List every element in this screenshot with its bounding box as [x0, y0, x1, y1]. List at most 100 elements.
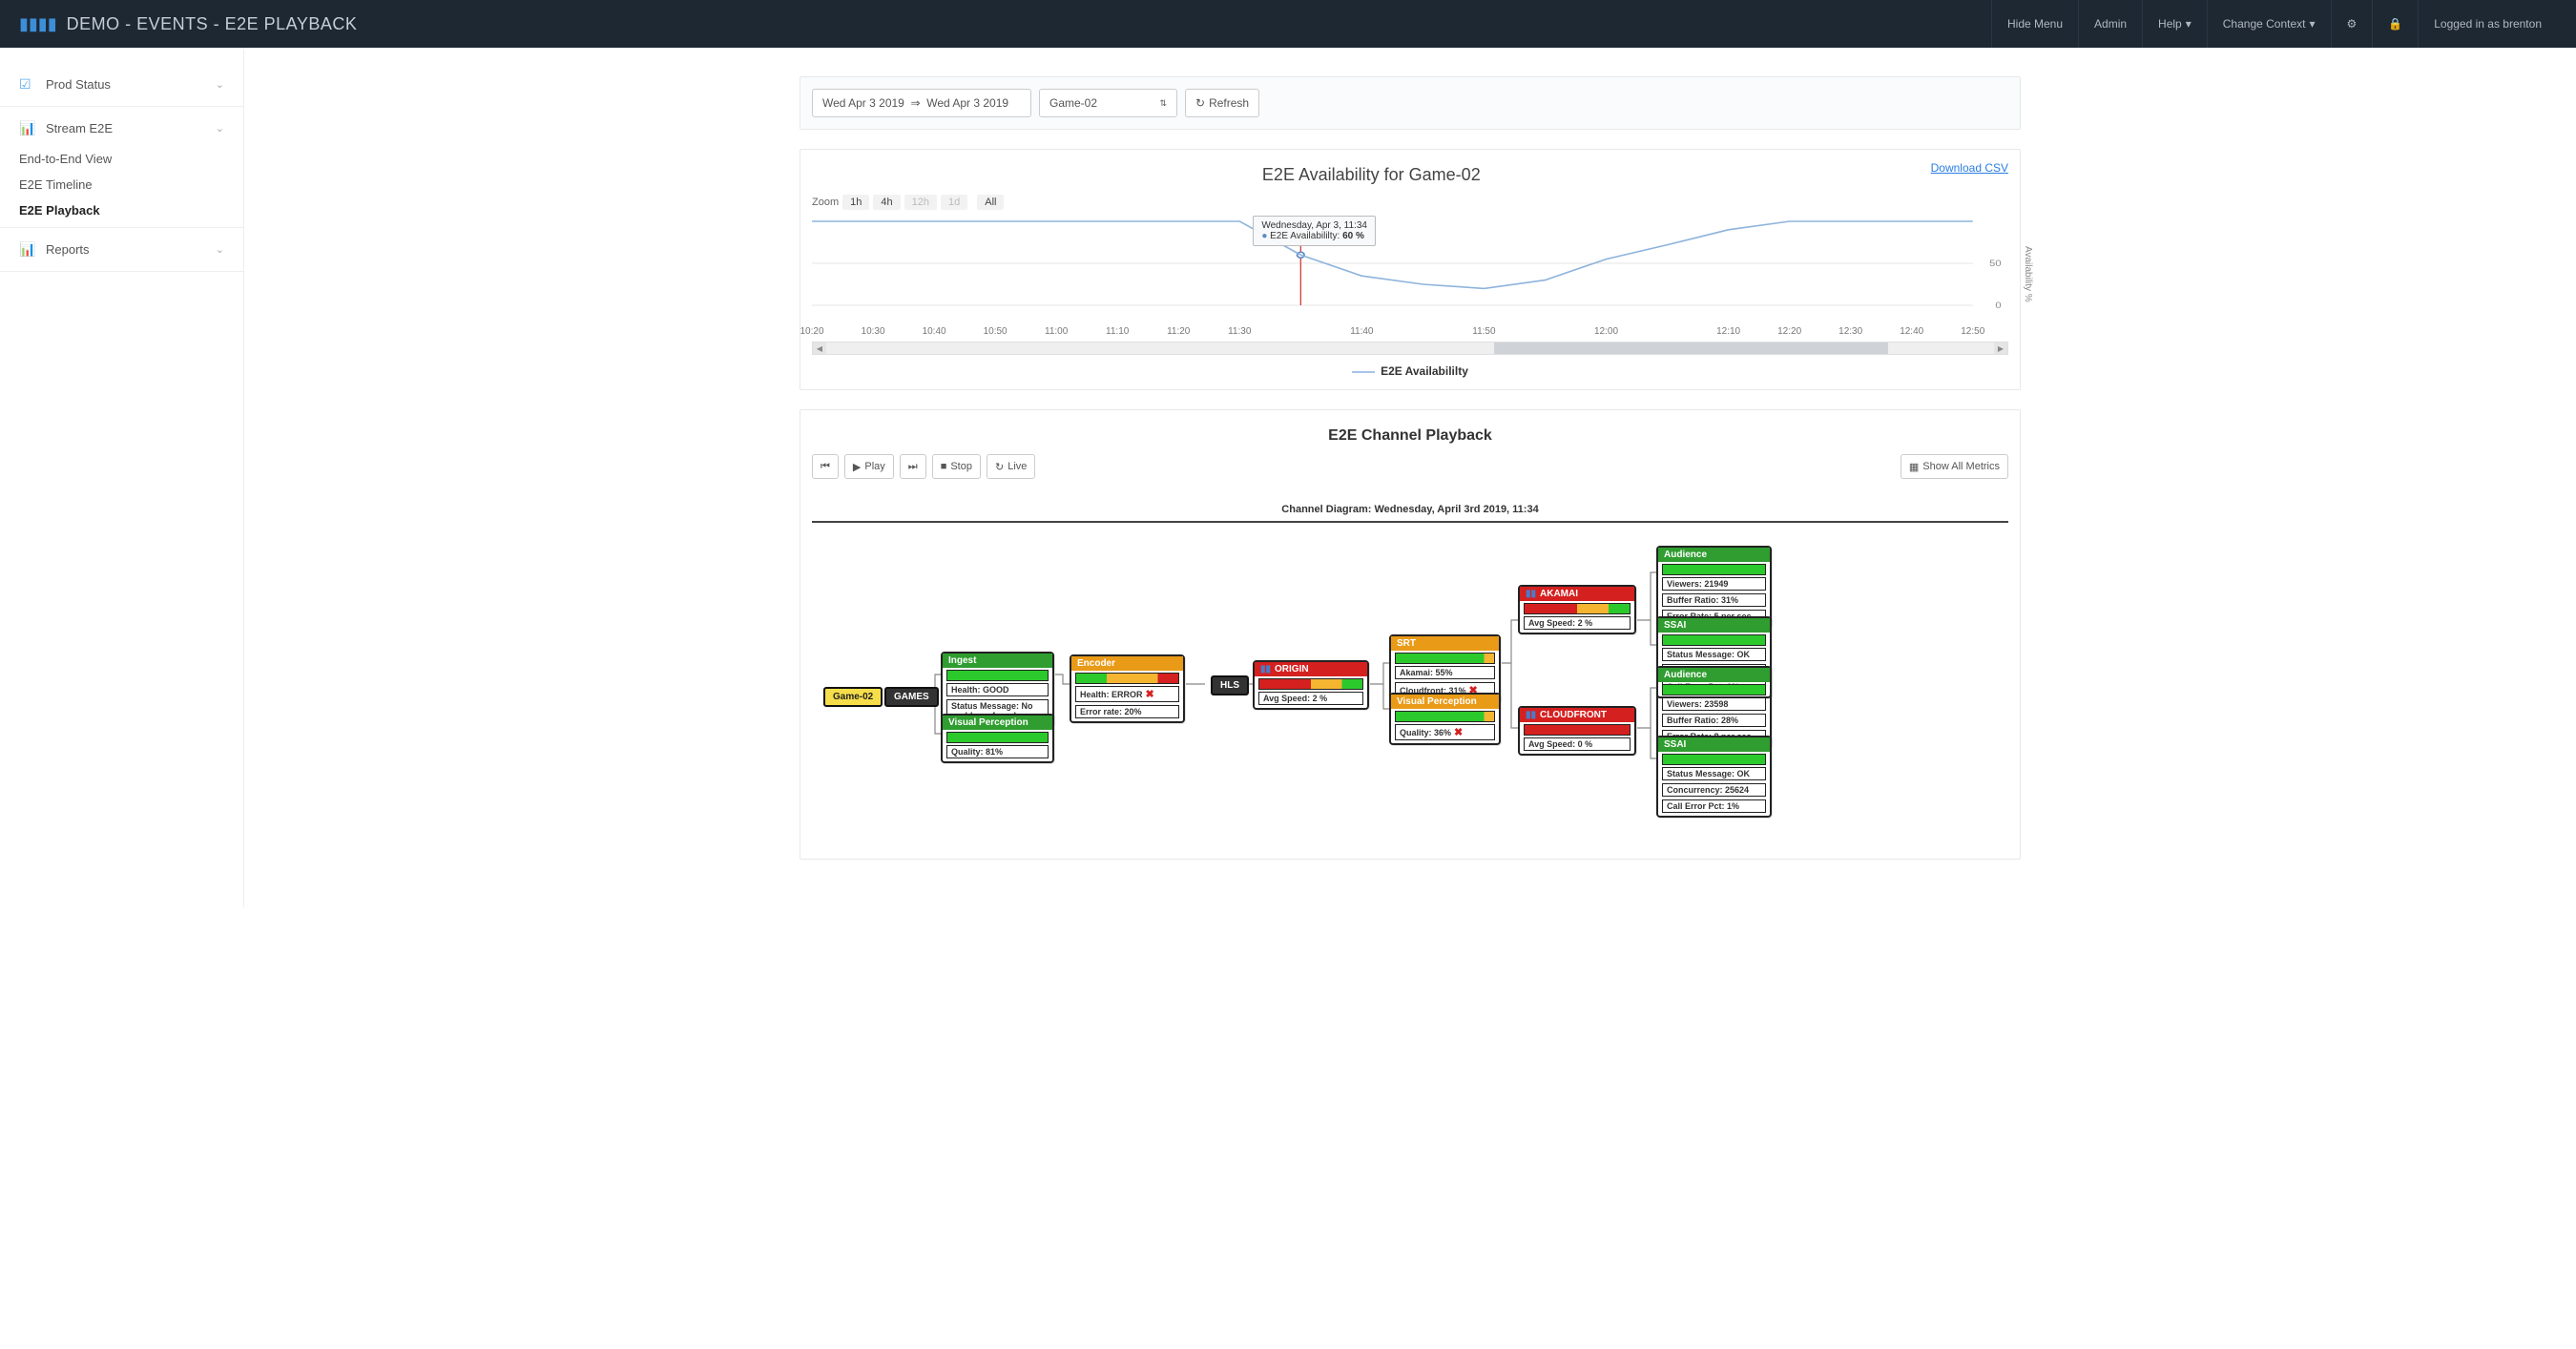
settings-button[interactable]: ⚙ — [2331, 0, 2373, 48]
zoom-12h-button[interactable]: 12h — [904, 195, 937, 210]
sidebar-end-to-end-view[interactable]: End-to-End View — [0, 146, 243, 172]
zoom-label: Zoom — [812, 197, 839, 208]
scroll-left-button[interactable]: ◀ — [813, 342, 826, 354]
x-tick: 12:40 — [1900, 326, 1923, 337]
sidebar: ☑Prod Status ⌄ 📊Stream E2E ⌄ End-to-End … — [0, 48, 244, 907]
stop-icon: ■ — [941, 461, 947, 472]
sidebar-prod-status[interactable]: ☑Prod Status ⌄ — [0, 67, 243, 102]
playback-title: E2E Channel Playback — [812, 427, 2008, 445]
ssai2-sm: Status Message: OK — [1662, 767, 1766, 780]
aud1-viewers: Viewers: 21949 — [1662, 577, 1766, 591]
x-tick: 12:20 — [1777, 326, 1801, 337]
admin-link[interactable]: Admin — [2078, 0, 2142, 48]
srt-akamai: Akamai: 55% — [1395, 666, 1495, 679]
node-ssai-2[interactable]: SSAI Status Message: OK Concurrency: 256… — [1656, 736, 1772, 818]
date-range-input[interactable]: Wed Apr 3 2019 ⇒ Wed Apr 3 2019 — [812, 89, 1031, 117]
chart-scrollbar[interactable]: ◀ ▶ — [812, 342, 2008, 355]
chevron-down-icon: ⌄ — [216, 78, 224, 91]
stop-button[interactable]: ■Stop — [932, 454, 981, 479]
chevron-down-icon: ⌄ — [216, 243, 224, 256]
aud2-br: Buffer Ratio: 28% — [1662, 714, 1766, 727]
chart-icon: 📊 — [19, 241, 34, 258]
akamai-avg: Avg Speed: 2 % — [1524, 616, 1631, 630]
svg-text:50: 50 — [1989, 259, 2002, 269]
main-content: Wed Apr 3 2019 ⇒ Wed Apr 3 2019 Game-02⇅… — [766, 48, 2054, 907]
zoom-1h-button[interactable]: 1h — [842, 195, 869, 210]
channel-diagram: Game-02 GAMES HLS Ingest Health: GOOD St… — [812, 542, 2008, 847]
x-tick: 11:50 — [1472, 326, 1495, 337]
vp2-quality: Quality: 36%✖ — [1395, 724, 1495, 740]
diagram-caption: Channel Diagram: Wednesday, April 3rd 20… — [812, 504, 2008, 515]
logged-in-label: Logged in as brenton — [2418, 0, 2557, 48]
sidebar-e2e-playback[interactable]: E2E Playback — [0, 197, 243, 223]
svg-text:0: 0 — [1995, 301, 2002, 311]
live-button[interactable]: ↻Live — [987, 454, 1035, 479]
chevron-down-icon: ⌄ — [216, 122, 224, 135]
scroll-right-button[interactable]: ▶ — [1994, 342, 2007, 354]
step-forward-icon: ⏭ — [908, 461, 918, 473]
availability-chart[interactable]: 050 Availability % Wednesday, Apr 3, 11:… — [812, 218, 2008, 322]
ingest-health: Health: GOOD — [946, 683, 1049, 696]
ssai1-sm: Status Message: OK — [1662, 648, 1766, 661]
origin-avg: Avg Speed: 2 % — [1258, 692, 1363, 705]
step-forward-button[interactable]: ⏭ — [900, 454, 926, 479]
refresh-button[interactable]: ↻Refresh — [1185, 89, 1259, 117]
x-tick: 12:10 — [1716, 326, 1740, 337]
node-hls[interactable]: HLS — [1211, 675, 1249, 695]
sidebar-e2e-timeline[interactable]: E2E Timeline — [0, 172, 243, 197]
sidebar-stream-e2e[interactable]: 📊Stream E2E ⌄ — [0, 111, 243, 146]
playback-panel: E2E Channel Playback ⏮ ▶Play ⏭ ■Stop ↻Li… — [800, 409, 2021, 860]
lock-icon: 🔒 — [2388, 17, 2402, 31]
zoom-1d-button[interactable]: 1d — [941, 195, 967, 210]
help-menu[interactable]: Help▾ — [2142, 0, 2207, 48]
brand-title: DEMO - EVENTS - E2E PLAYBACK — [67, 14, 358, 34]
caret-down-icon: ▾ — [2186, 17, 2192, 31]
gear-icon: ⚙ — [2347, 17, 2358, 31]
node-games-hub[interactable]: GAMES — [884, 687, 939, 707]
zoom-all-button[interactable]: All — [977, 195, 1004, 210]
bars-icon: ▮▮▮▮ — [19, 14, 57, 34]
x-tick: 10:20 — [800, 326, 823, 337]
vp1-quality: Quality: 81% — [946, 745, 1049, 758]
chart-legend: E2E Availabililty — [812, 364, 2008, 378]
grid-icon: ▦ — [1909, 461, 1919, 473]
encoder-health: Health: ERROR✖ — [1075, 686, 1179, 702]
node-visual-perception-2[interactable]: Visual Perception Quality: 36%✖ — [1389, 693, 1501, 745]
error-x-icon: ✖ — [1146, 688, 1154, 700]
node-visual-perception-1[interactable]: Visual Perception Quality: 81% — [941, 714, 1054, 763]
encoder-err: Error rate: 20% — [1075, 705, 1179, 718]
game-select[interactable]: Game-02⇅ — [1039, 89, 1177, 117]
play-icon: ▶ — [853, 461, 861, 473]
zoom-4h-button[interactable]: 4h — [873, 195, 900, 210]
refresh-icon: ↻ — [995, 461, 1004, 473]
node-origin[interactable]: ▮▮ORIGIN Avg Speed: 2 % — [1253, 660, 1369, 710]
step-back-button[interactable]: ⏮ — [812, 454, 839, 479]
chart-icon: ▮▮ — [1260, 664, 1271, 674]
cloudfront-avg: Avg Speed: 0 % — [1524, 737, 1631, 751]
download-csv-link[interactable]: Download CSV — [1931, 161, 2008, 175]
x-tick: 11:20 — [1167, 326, 1190, 337]
x-tick: 10:40 — [923, 326, 946, 337]
node-game[interactable]: Game-02 — [823, 687, 883, 707]
node-encoder[interactable]: Encoder Health: ERROR✖ Error rate: 20% — [1070, 654, 1185, 723]
scroll-thumb[interactable] — [1494, 342, 1888, 354]
show-all-metrics-button[interactable]: ▦Show All Metrics — [1901, 454, 2008, 479]
x-tick: 10:50 — [984, 326, 1008, 337]
play-button[interactable]: ▶Play — [844, 454, 894, 479]
chart-title: E2E Availability for Game-02 — [812, 165, 2008, 185]
x-tick: 10:30 — [862, 326, 885, 337]
ssai2-conc: Concurrency: 25624 — [1662, 783, 1766, 797]
x-tick: 12:30 — [1839, 326, 1862, 337]
change-context-menu[interactable]: Change Context▾ — [2207, 0, 2331, 48]
ssai2-cep: Call Error Pct: 1% — [1662, 799, 1766, 813]
error-x-icon: ✖ — [1454, 726, 1463, 738]
lock-button[interactable]: 🔒 — [2372, 0, 2418, 48]
x-tick: 12:00 — [1594, 326, 1618, 337]
node-cloudfront[interactable]: ▮▮CLOUDFRONT Avg Speed: 0 % — [1518, 706, 1636, 756]
hide-menu-button[interactable]: Hide Menu — [1991, 0, 2078, 48]
aud2-viewers: Viewers: 23598 — [1662, 697, 1766, 711]
node-akamai[interactable]: ▮▮AKAMAI Avg Speed: 2 % — [1518, 585, 1636, 634]
sidebar-reports[interactable]: 📊Reports ⌄ — [0, 232, 243, 267]
refresh-icon: ↻ — [1195, 96, 1205, 110]
zoom-controls: Zoom 1h 4h 12h 1d All — [812, 195, 2008, 210]
